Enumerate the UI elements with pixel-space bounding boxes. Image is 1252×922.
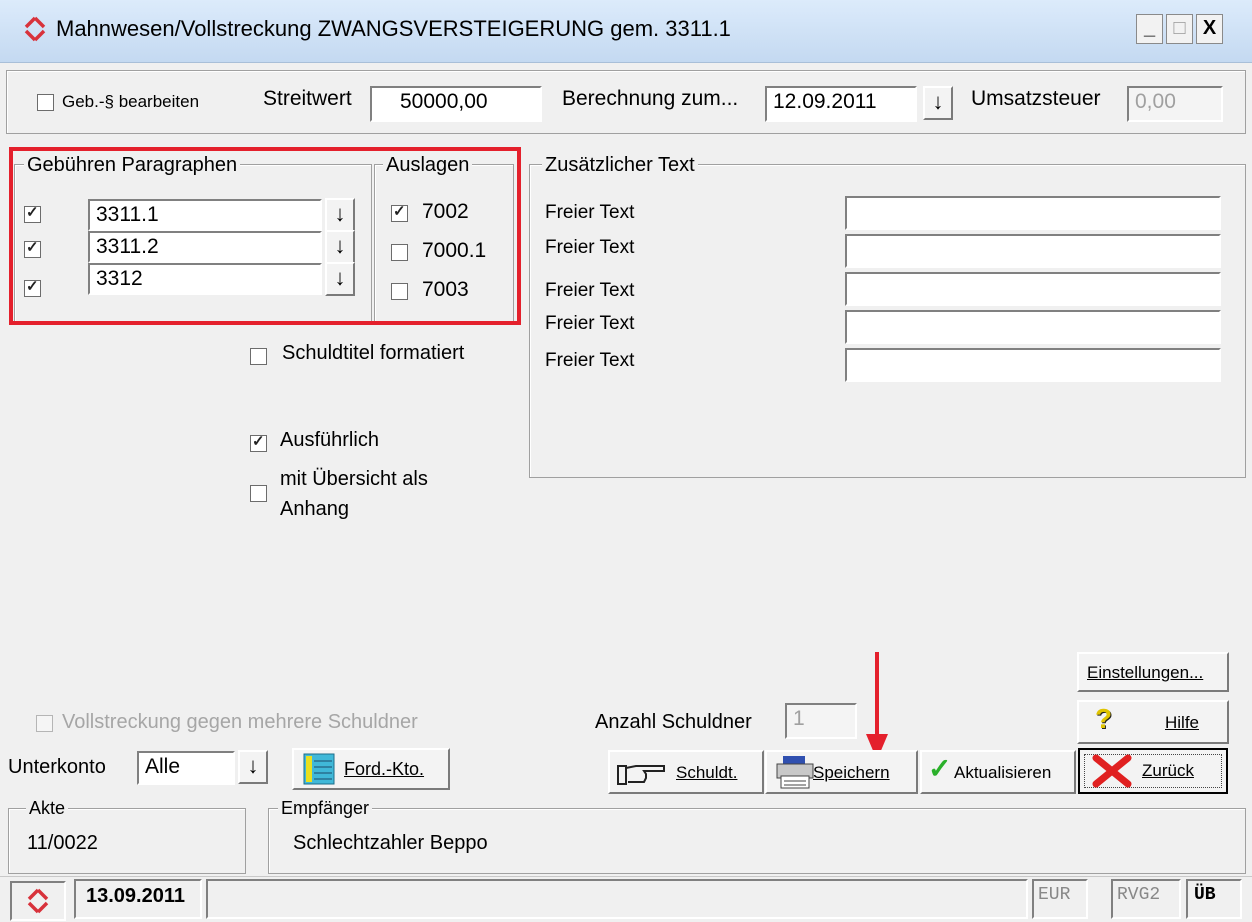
freier-text-input-5[interactable] [845, 348, 1221, 382]
freier-text-input-1[interactable] [845, 196, 1221, 230]
unterkonto-dropdown-button[interactable]: ↓ [238, 750, 268, 784]
freier-text-input-4[interactable] [845, 310, 1221, 344]
ausfuehrlich-label: Ausführlich [280, 429, 379, 451]
vollstreckung-label: Vollstreckung gegen mehrere Schuldner [62, 711, 418, 733]
title-bar: Mahnwesen/Vollstreckung ZWANGSVERSTEIGER… [0, 0, 1252, 63]
schuldt-button[interactable]: Schuldt. [608, 750, 764, 794]
streitwert-label: Streitwert [263, 87, 352, 110]
status-message-field [206, 879, 1028, 919]
umsatzsteuer-input[interactable]: 0,00 [1127, 86, 1223, 122]
ausfuehrlich-checkbox[interactable] [250, 432, 267, 452]
freier-text-label-1: Freier Text [545, 202, 635, 223]
red-x-icon [1092, 754, 1132, 788]
anzahl-schuldner-input[interactable]: 1 [785, 703, 857, 739]
speichern-label: Speichern [813, 763, 890, 782]
check-icon: ✓ [928, 753, 952, 784]
zurueck-label: Zurück [1142, 761, 1194, 780]
freier-text-label-2: Freier Text [545, 237, 635, 258]
printer-icon [776, 756, 814, 789]
geb-bearbeiten-checkbox[interactable] [37, 94, 54, 111]
freier-text-label-5: Freier Text [545, 350, 635, 371]
empfaenger-value: Schlechtzahler Beppo [293, 832, 488, 854]
hilfe-label: Hilfe [1165, 713, 1200, 732]
status-ub: ÜB [1186, 879, 1242, 919]
annotation-arrow [866, 652, 888, 760]
vollstreckung-checkbox[interactable] [36, 715, 53, 732]
aktualisieren-button[interactable]: ✓ Aktualisieren [920, 750, 1076, 794]
akte-title: Akte [26, 798, 69, 819]
unterkonto-label: Unterkonto [8, 756, 106, 778]
ford-kto-label: Ford.-Kto. [344, 759, 425, 779]
freier-text-label-4: Freier Text [545, 313, 635, 334]
schuldt-label: Schuldt. [676, 763, 738, 782]
empfaenger-title: Empfänger [278, 798, 373, 819]
app-logo-icon [27, 888, 49, 914]
einstellungen-label: Einstellungen... [1087, 663, 1204, 682]
help-icon: ? [1095, 703, 1113, 734]
schuldtitel-checkbox[interactable] [250, 348, 267, 365]
maximize-button[interactable]: □ [1166, 14, 1193, 44]
unterkonto-select[interactable]: Alle [137, 751, 235, 785]
application-window: Mahnwesen/Vollstreckung ZWANGSVERSTEIGER… [0, 0, 1252, 922]
hilfe-button[interactable]: ? Hilfe [1077, 700, 1229, 744]
freier-text-input-3[interactable] [845, 272, 1221, 306]
minimize-button[interactable]: _ [1136, 14, 1163, 44]
geb-bearbeiten-label: Geb.-§ bearbeiten [62, 92, 200, 111]
akte-value: 11/0022 [27, 832, 98, 854]
arrow-down-icon: ↓ [247, 753, 259, 778]
schuldtitel-label: Schuldtitel formatiert [282, 342, 465, 364]
speichern-button[interactable]: Speichern [765, 750, 918, 794]
status-logo-cell [10, 881, 66, 921]
zusatz-title: Zusätzlicher Text [542, 154, 698, 177]
date-dropdown-button[interactable]: ↓ [923, 86, 953, 120]
uebersicht-label-line1: mit Übersicht als [280, 468, 428, 490]
window-title: Mahnwesen/Vollstreckung ZWANGSVERSTEIGER… [56, 16, 731, 41]
anzahl-schuldner-label: Anzahl Schuldner [595, 711, 752, 733]
app-logo-icon [24, 16, 46, 42]
einstellungen-button[interactable]: Einstellungen... [1077, 652, 1229, 692]
arrow-down-icon: ↓ [932, 89, 944, 114]
status-date: 13.09.2011 [74, 879, 202, 919]
berechnung-date-input[interactable]: 12.09.2011 [765, 86, 917, 122]
aktualisieren-label: Aktualisieren [954, 763, 1052, 782]
umsatzsteuer-label: Umsatzsteuer [971, 87, 1101, 110]
uebersicht-label-line2: Anhang [280, 498, 349, 520]
streitwert-input[interactable]: 50000,00 [370, 86, 542, 122]
ford-kto-button[interactable]: Ford.-Kto. [292, 748, 450, 790]
status-bar: 13.09.2011 EUR RVG2 ÜB [0, 876, 1252, 922]
uebersicht-checkbox[interactable] [250, 485, 267, 502]
status-currency: EUR [1032, 879, 1088, 919]
hand-pointer-icon [617, 765, 665, 785]
zurueck-button[interactable]: Zurück [1078, 748, 1228, 794]
freier-text-label-3: Freier Text [545, 280, 635, 301]
berechnung-label: Berechnung zum... [562, 87, 739, 110]
ledger-icon [303, 753, 335, 785]
status-rvg: RVG2 [1111, 879, 1181, 919]
freier-text-input-2[interactable] [845, 234, 1221, 268]
highlight-box [9, 147, 521, 325]
close-button[interactable]: X [1196, 14, 1223, 44]
